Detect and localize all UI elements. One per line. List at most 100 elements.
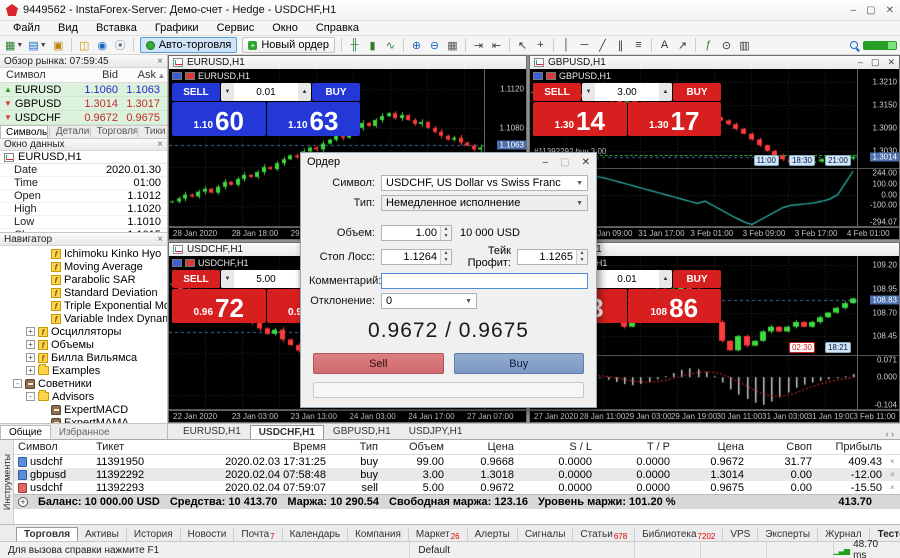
menu-item-сервис[interactable]: Сервис [208,22,264,34]
col-header[interactable]: S / L [518,441,596,453]
volume-stepper[interactable]: 1.00 ▲▼ [381,225,452,241]
close-order-icon[interactable]: × [886,483,900,492]
fibonacci-icon[interactable]: ≡ [630,37,647,53]
bid-price[interactable]: 1.1060 [172,102,266,136]
comment-input[interactable] [381,273,588,289]
market-watch-row[interactable]: ▲EURUSD1.10601.1063 [0,83,167,97]
chart-tab-usdjpy-h1[interactable]: USDJPY,H1 [400,424,472,439]
menu-item-графики[interactable]: Графики [146,22,208,34]
terminal-tab-торговля[interactable]: Торговля [16,527,78,541]
volume-down-icon[interactable]: ▼ [221,270,234,288]
close-icon[interactable]: × [157,234,163,245]
one-click-sell-button[interactable]: SELL [172,83,220,101]
expand-icon[interactable]: + [26,327,35,336]
one-click-sell-button[interactable]: SELL [172,270,220,288]
bid-price[interactable]: 0.9672 [172,289,266,323]
stop-loss-stepper[interactable]: 1.1264 ▲▼ [381,249,452,265]
menu-item-окно[interactable]: Окно [263,22,307,34]
collapse-icon[interactable]: - [13,379,22,388]
market-watch-row[interactable]: ▼USDCHF0.96720.9675 [0,111,167,125]
navigator-item-moving-average[interactable]: fMoving Average [0,260,167,273]
metaeditor-icon[interactable]: ▣ [50,37,67,53]
trade-row[interactable]: gbpusd113922922020.02.04 07:58:48buy3.00… [14,468,900,481]
terminal-tab-компания[interactable]: Компания [348,528,409,541]
chart-tab-usdchf-h1[interactable]: USDCHF,H1 [250,425,324,439]
navigator-item-advisors[interactable]: -Advisors [0,390,167,403]
periods-icon[interactable]: ⊙ [718,37,735,53]
maximize-icon[interactable]: ▢ [871,57,880,68]
line-chart-icon[interactable]: ∿ [382,37,399,53]
terminal-tab-сигналы[interactable]: Сигналы [518,528,574,541]
signals-icon[interactable]: ⦿ [112,37,129,53]
arrows-icon[interactable]: ↗ [674,37,691,53]
close-icon[interactable]: × [157,139,163,150]
terminal-tab-история[interactable]: История [127,528,181,541]
close-icon[interactable]: ✕ [887,57,895,68]
navigator-tab-избранное[interactable]: Избранное [51,426,118,439]
auto-scroll-icon[interactable]: ⇥ [470,37,487,53]
autotrading-button[interactable]: Авто-торговля [140,37,238,53]
ask-price[interactable]: 10886 [628,289,722,323]
col-ask[interactable]: Ask [118,69,156,81]
expand-icon[interactable]: + [18,497,28,507]
close-order-icon[interactable]: × [886,470,900,479]
chart-tab-gbpusd-h1[interactable]: GBPUSD,H1 [324,424,400,439]
volume-stepper[interactable]: ▼0.01▲ [221,83,311,101]
navigator-item-triple-exponential-movin[interactable]: fTriple Exponential Movin [0,299,167,312]
indicators-icon[interactable]: ƒ [700,37,717,53]
terminal-tab-календарь[interactable]: Календарь [283,528,348,541]
text-icon[interactable]: A [656,37,673,53]
navigator-item-expertmacd[interactable]: ExpertMACD [0,403,167,416]
spin-up-icon[interactable]: ▲ [577,250,587,257]
col-header[interactable]: T / P [596,441,674,453]
minimize-icon[interactable]: – [851,5,857,16]
volume-down-icon[interactable]: ▼ [221,83,234,101]
chart-window-titlebar[interactable]: EURUSD,H1 [169,56,526,69]
volume-up-icon[interactable]: ▲ [659,270,672,288]
chart-tab-eurusd-h1[interactable]: EURUSD,H1 [174,424,250,439]
navigator-item-variable-index-dynamic-a[interactable]: fVariable Index Dynamic A [0,312,167,325]
terminal-tab-маркет[interactable]: Маркет26 [409,528,468,541]
navigator-item-объемы[interactable]: +fОбъемы [0,338,167,351]
col-bid[interactable]: Bid [72,69,118,81]
col-symbol[interactable]: Символ [0,69,72,81]
scroll-up-icon[interactable]: ▲ [156,71,167,80]
col-header[interactable]: Своп [748,441,816,453]
col-header[interactable]: Прибыль [816,441,886,453]
dialog-close-icon[interactable]: ✕ [582,157,590,168]
zoom-in-icon[interactable]: ⊕ [408,37,425,53]
cursor-icon[interactable]: ↖ [514,37,531,53]
take-profit-value[interactable]: 1.1265 [518,250,576,264]
sell-button[interactable]: Sell [313,353,444,374]
maximize-icon[interactable]: ▢ [866,5,875,16]
dialog-minimize-icon[interactable]: – [543,157,549,168]
one-click-buy-button[interactable]: BUY [673,83,721,101]
market-watch-tab-детали[interactable]: Детали [51,125,89,138]
volume-down-icon[interactable]: ▼ [582,83,595,101]
market-watch-icon[interactable]: ◫ [76,37,93,53]
col-header[interactable]: Тип [330,441,382,453]
col-header[interactable]: Тикет [92,441,190,453]
navigator-item-билла-вильямса[interactable]: +fБилла Вильямса [0,351,167,364]
channel-icon[interactable]: ∥ [612,37,629,53]
market-watch-row[interactable]: ▼GBPUSD1.30141.3017 [0,97,167,111]
expand-icon[interactable]: + [26,340,35,349]
spin-down-icon[interactable]: ▼ [441,257,451,264]
ask-price[interactable]: 1.3017 [628,102,722,136]
deviation-select[interactable]: 0 ▼ [381,293,477,309]
navigator-item-ichimoku-kinko-hyo[interactable]: fIchimoku Kinko Hyo [0,247,167,260]
new-order-button[interactable]: +Новый ордер [242,37,335,53]
terminal-tab-vps[interactable]: VPS [723,528,758,541]
one-click-buy-button[interactable]: BUY [312,83,360,101]
one-click-buy-button[interactable]: BUY [673,270,721,288]
chart-shift-icon[interactable]: ⇤ [488,37,505,53]
status-profile[interactable]: Default [410,542,634,558]
navigator-item-standard-deviation[interactable]: fStandard Deviation [0,286,167,299]
connection-status[interactable]: ▁▃▅ 48.70 ms [834,539,900,558]
trendline-icon[interactable]: ╱ [594,37,611,53]
chart-window-titlebar[interactable]: GBPUSD,H1–▢✕ [530,56,899,69]
menu-item-вставка[interactable]: Вставка [87,22,146,34]
col-header[interactable]: Время [190,441,330,453]
close-order-icon[interactable]: × [886,457,900,466]
navigator-item-parabolic-sar[interactable]: fParabolic SAR [0,273,167,286]
